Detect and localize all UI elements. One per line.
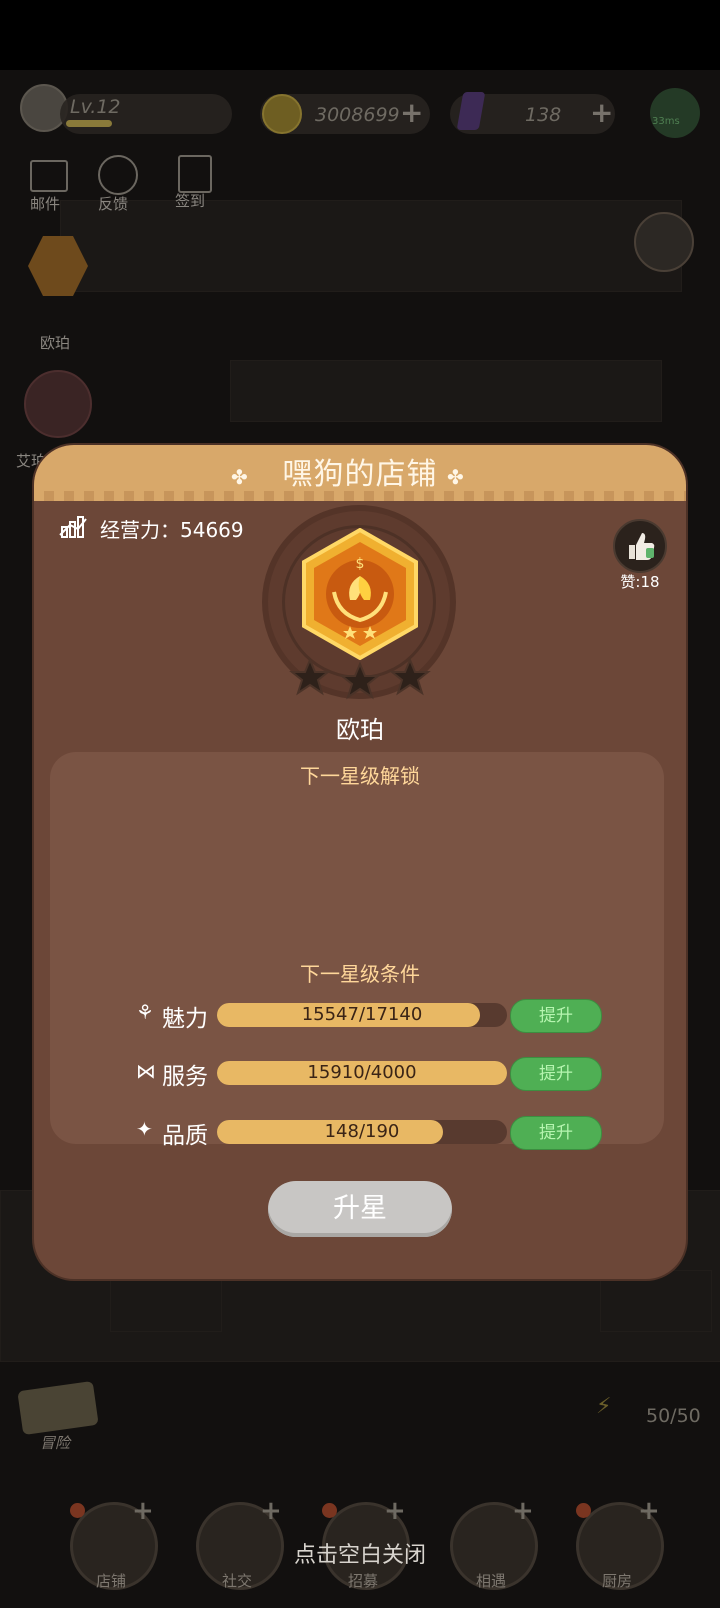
checkin-label: 签到 — [175, 192, 206, 210]
nav-label-meet: 相遇 — [475, 1572, 506, 1590]
book-icon[interactable] — [634, 212, 694, 272]
mail-icon[interactable] — [30, 160, 68, 192]
clover-icon: ✤ — [447, 465, 464, 489]
stat-label: 品质 — [162, 1123, 208, 1149]
progress-text: 15910/4000 — [307, 1062, 417, 1083]
rank-label: 欧珀 — [40, 334, 71, 352]
nav-label-recruit: 招募 — [347, 1572, 378, 1590]
star-icon — [289, 657, 331, 696]
stat-label: 魅力 — [162, 1006, 208, 1032]
improve-button[interactable]: 提升 — [510, 1116, 602, 1150]
shop-event-icon[interactable] — [24, 370, 92, 438]
upgrade-star-button[interactable]: 升星 — [268, 1181, 452, 1237]
nav-label-shop: 店铺 — [95, 1572, 126, 1590]
plus-icon: + — [384, 1496, 406, 1526]
feedback-label: 反馈 — [98, 195, 129, 213]
chart-icon — [59, 516, 87, 538]
thumbs-up-icon — [629, 533, 655, 560]
adventure-label: 冒险 — [40, 1434, 71, 1452]
dialog-title: 嘿狗的店铺 — [282, 457, 438, 492]
business-power: 经营力：54669 — [100, 518, 244, 542]
nav-label-kitchen: 厨房 — [601, 1572, 632, 1590]
coin-icon — [262, 94, 302, 134]
clover-icon: ✤ — [231, 465, 248, 489]
globe-icon[interactable] — [98, 155, 138, 195]
flower-icon: ⚘ — [136, 1000, 154, 1024]
mail-label: 邮件 — [30, 195, 61, 213]
plus-icon: + — [132, 1496, 154, 1526]
ping-text: 33ms — [652, 116, 680, 127]
notification-dot — [322, 1503, 337, 1518]
star-icon — [389, 657, 431, 696]
plus-icon: + — [260, 1496, 282, 1526]
star-rating — [289, 657, 431, 700]
like-count: 赞:18 — [620, 573, 660, 591]
calendar-icon[interactable] — [178, 155, 212, 193]
bow-icon: ⋈ — [136, 1059, 156, 1083]
stat-label: 服务 — [162, 1064, 208, 1090]
xp-bar — [66, 120, 112, 127]
improve-button[interactable]: 提升 — [510, 999, 602, 1033]
tap-to-close-hint[interactable]: 点击空白关闭 — [260, 1537, 460, 1569]
add-gems-button[interactable]: + — [590, 96, 613, 129]
sparkle-icon: ✦ — [136, 1117, 153, 1141]
wifi-icon — [650, 88, 700, 138]
energy-text: 50/50 — [646, 1405, 701, 1427]
next-star-unlock-title: 下一星级解锁 — [300, 764, 420, 788]
svg-text:$: $ — [356, 556, 365, 572]
progress-text: 148/190 — [324, 1121, 400, 1142]
add-gold-button[interactable]: + — [400, 96, 423, 129]
gem-amount: 138 — [525, 104, 562, 126]
plus-icon: + — [638, 1496, 660, 1526]
next-star-conditions-title: 下一星级条件 — [300, 962, 420, 986]
rank-name: 欧珀 — [336, 716, 384, 744]
plus-icon: + — [512, 1496, 534, 1526]
notification-dot — [70, 1503, 85, 1518]
progress-text: 15547/17140 — [301, 1004, 423, 1025]
level-text: Lv.12 — [70, 96, 121, 118]
like-button[interactable] — [613, 519, 667, 573]
rank-badge-icon: $ — [302, 528, 418, 660]
lightning-icon: ⚡ — [596, 1394, 612, 1419]
notification-dot — [576, 1503, 591, 1518]
improve-button[interactable]: 提升 — [510, 1057, 602, 1091]
star-icon — [339, 661, 381, 700]
nav-label-social: 社交 — [221, 1572, 252, 1590]
gold-amount: 3008699 — [315, 104, 400, 126]
